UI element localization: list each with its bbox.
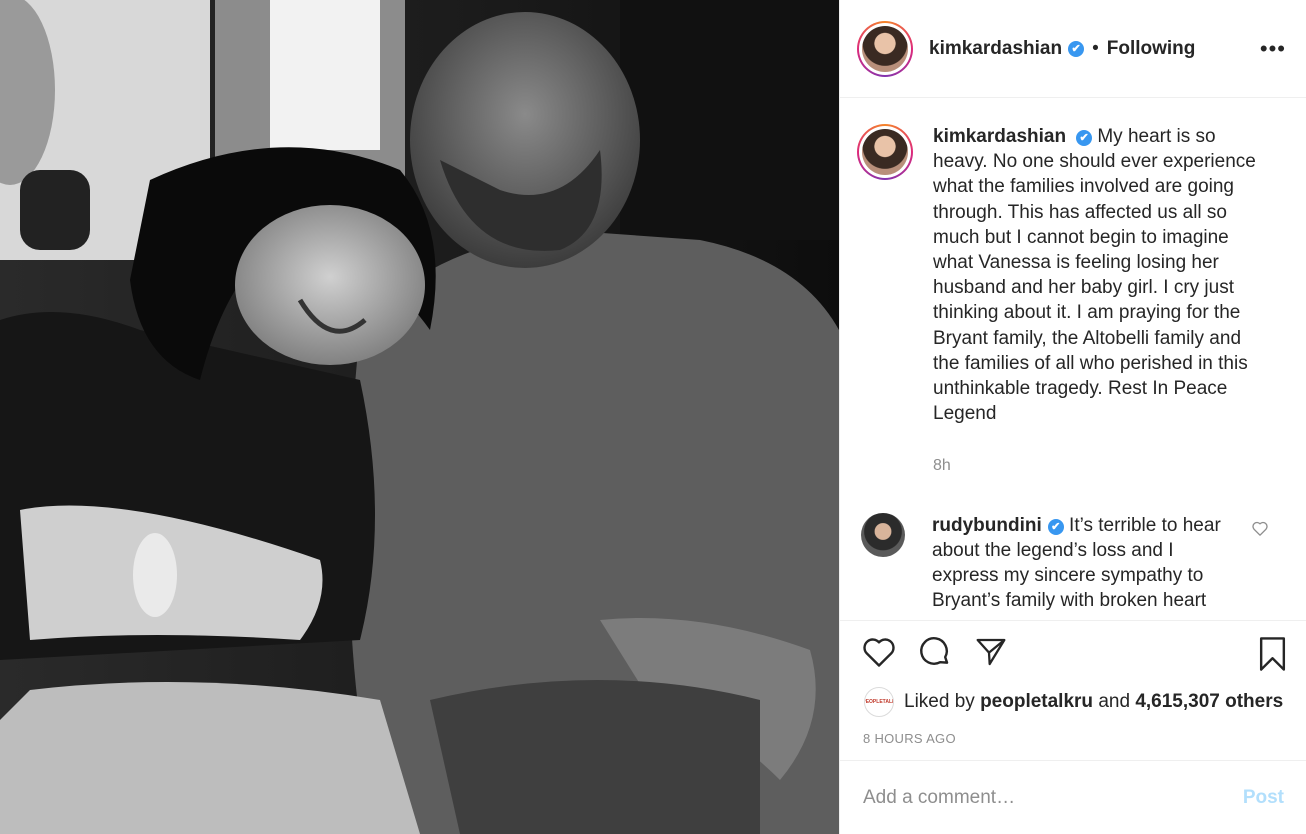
heart-small-icon[interactable] (1252, 521, 1268, 541)
likes-row: PEOPLETALK Liked by peopletalkru and 4,6… (840, 682, 1306, 722)
post-side-panel: kimkardashian ✔ • Following ••• kimkarda… (839, 0, 1306, 834)
post-timestamp[interactable]: 8 HOURS AGO (840, 722, 1306, 760)
comment-bubble-icon[interactable] (918, 635, 952, 669)
verified-badge-icon: ✔ (1068, 40, 1085, 57)
action-bar (840, 620, 1306, 682)
caption-avatar[interactable] (857, 124, 913, 180)
caption-avatar-image (862, 129, 908, 175)
liker-username[interactable]: peopletalkru (980, 691, 1093, 713)
paper-plane-icon[interactable] (974, 636, 1008, 668)
instagram-post-view: kimkardashian ✔ • Following ••• kimkarda… (0, 0, 1306, 834)
author-avatar-image (862, 25, 908, 72)
caption-body: kimkardashian ✔ My heart is so heavy. No … (933, 124, 1263, 479)
likes-prefix: Liked by (904, 691, 975, 712)
more-options-icon[interactable]: ••• (1260, 36, 1286, 62)
following-button[interactable]: Following (1107, 38, 1196, 60)
caption-username[interactable]: kimkardashian (933, 126, 1066, 147)
add-comment-bar: Add a comment… Post (840, 760, 1306, 834)
caption-text: My heart is so heavy. No one should ever… (933, 126, 1256, 425)
comments-section[interactable]: kimkardashian ✔ My heart is so heavy. No … (840, 98, 1306, 620)
bookmark-icon[interactable] (1257, 637, 1288, 676)
likes-count[interactable]: 4,615,307 others (1135, 691, 1283, 713)
author-avatar-border (859, 22, 911, 75)
caption-row: kimkardashian ✔ My heart is so heavy. No … (857, 124, 1288, 479)
heart-icon[interactable] (862, 636, 896, 668)
commenter-username[interactable]: rudybundini (932, 515, 1042, 536)
post-comment-button[interactable]: Post (1243, 787, 1284, 809)
author-avatar[interactable] (857, 20, 913, 77)
caption-time[interactable]: 8h (933, 453, 1263, 478)
caption-verified-badge-icon: ✔ (1076, 130, 1093, 146)
author-username[interactable]: kimkardashian (929, 38, 1062, 60)
post-photo-image (0, 0, 839, 834)
header-author-info: kimkardashian ✔ • Following (929, 38, 1195, 60)
post-photo[interactable] (0, 0, 839, 834)
comment-item: rudybundini ✔ It’s terrible to hear about… (857, 512, 1288, 614)
liker-avatar[interactable]: PEOPLETALK (864, 687, 894, 717)
commenter-avatar[interactable] (861, 512, 905, 557)
likes-middle: and (1098, 691, 1131, 712)
header-separator: • (1092, 37, 1099, 59)
add-comment-input[interactable]: Add a comment… (863, 787, 1243, 809)
commenter-verified-badge-icon: ✔ (1047, 518, 1064, 535)
comment-body: rudybundini ✔ It’s terrible to hear about… (932, 513, 1232, 614)
post-header: kimkardashian ✔ • Following ••• (840, 0, 1306, 98)
caption-avatar-border (859, 126, 911, 178)
